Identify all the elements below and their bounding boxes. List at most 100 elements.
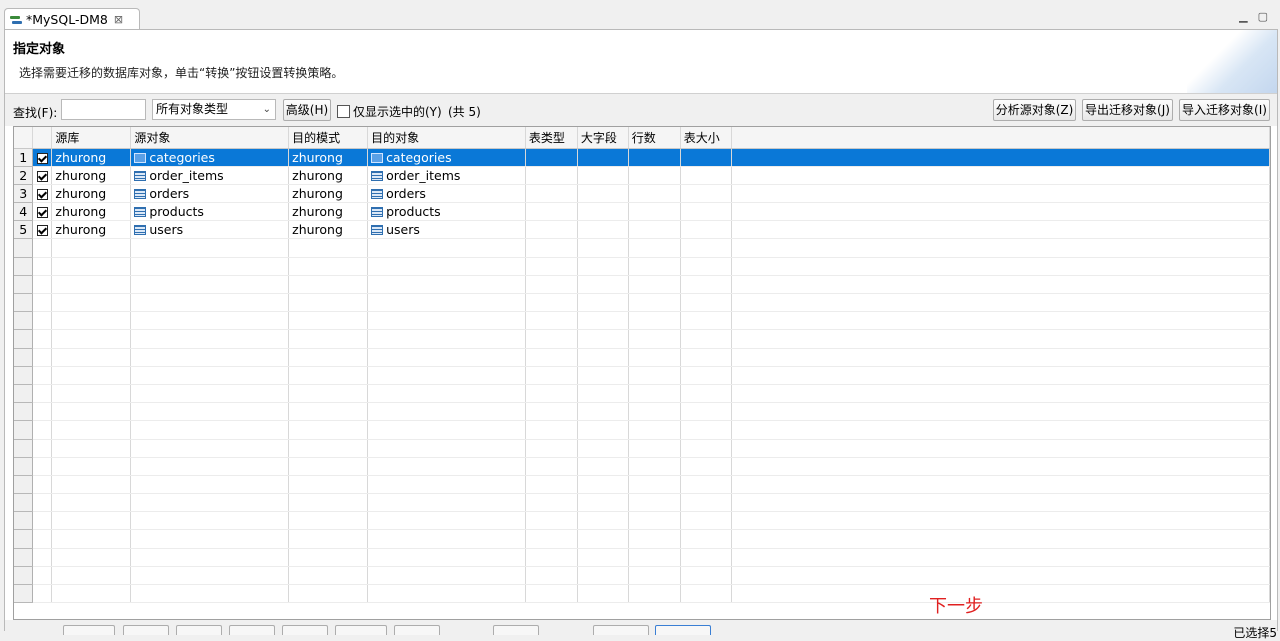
row-checkbox-cell[interactable] [32, 166, 53, 185]
empty-cell [577, 348, 629, 367]
table-row[interactable] [14, 348, 1270, 367]
table-row[interactable] [14, 548, 1270, 567]
footer-button[interactable] [282, 625, 328, 635]
column-header[interactable]: 行数 [628, 127, 681, 149]
column-header[interactable]: 表大小 [680, 127, 732, 149]
row-checkbox-cell[interactable] [32, 220, 53, 240]
row-checkbox[interactable] [36, 188, 48, 200]
only-selected-checkbox[interactable] [337, 105, 350, 118]
table-row[interactable]: 4 zhurong products zhurong products [14, 202, 1270, 222]
target-object-cell[interactable]: order_items [367, 166, 526, 185]
empty-cell [32, 511, 53, 531]
column-header[interactable]: 源库 [51, 127, 132, 149]
empty-cell [680, 329, 732, 349]
source-object-name: products [149, 204, 204, 220]
table-row[interactable] [14, 529, 1270, 549]
source-object-cell[interactable]: categories [130, 148, 290, 167]
empty-cell [577, 420, 629, 440]
table-row[interactable] [14, 384, 1270, 404]
source-object-cell[interactable]: products [130, 202, 290, 222]
object-type-select[interactable]: 所有对象类型 ⌄ [152, 99, 276, 120]
row-number [14, 275, 34, 295]
source-object-cell[interactable]: orders [130, 184, 290, 204]
column-header[interactable]: 表类型 [525, 127, 578, 149]
empty-cell [731, 493, 1270, 513]
column-header[interactable]: 目的对象 [367, 127, 526, 149]
table-row[interactable] [14, 584, 1270, 604]
table-row[interactable] [14, 366, 1270, 385]
table-row[interactable] [14, 257, 1270, 276]
table-row[interactable] [14, 402, 1270, 422]
empty-cell [32, 238, 53, 258]
row-checkbox[interactable] [36, 225, 48, 237]
empty-cell [628, 348, 681, 367]
advanced-button[interactable]: 高级(H) [283, 99, 331, 121]
empty-cell [577, 511, 629, 531]
footer-button[interactable] [394, 625, 440, 635]
only-selected-toggle[interactable]: 仅显示选中的(Y) [337, 103, 442, 120]
row-checkbox[interactable] [36, 152, 48, 164]
empty-cell [525, 366, 578, 385]
export-objects-button[interactable]: 导出迁移对象(J) [1082, 99, 1173, 121]
table-row[interactable] [14, 329, 1270, 349]
table-size-cell [680, 148, 732, 167]
row-checkbox-cell[interactable] [32, 184, 53, 204]
footer-button[interactable] [493, 625, 539, 635]
table-row[interactable] [14, 293, 1270, 313]
column-header[interactable]: 源对象 [130, 127, 290, 149]
filler-cell [731, 202, 1270, 222]
empty-cell [731, 475, 1270, 495]
empty-cell [680, 511, 732, 531]
target-object-cell[interactable]: users [367, 220, 526, 240]
empty-cell [525, 566, 578, 586]
tab-mysql-dm8[interactable]: *MySQL-DM8 ⊠ [4, 8, 140, 30]
column-header[interactable]: 大字段 [577, 127, 629, 149]
check-header[interactable] [32, 127, 53, 149]
source-object-cell[interactable]: order_items [130, 166, 290, 185]
minimize-icon[interactable]: ▁ [1239, 10, 1247, 23]
row-checkbox-cell[interactable] [32, 202, 53, 222]
next-button[interactable] [655, 625, 711, 635]
table-row[interactable] [14, 275, 1270, 295]
table-row[interactable] [14, 311, 1270, 331]
table-row[interactable]: 2 zhurong order_items zhurong order_items [14, 166, 1270, 185]
table-row[interactable] [14, 511, 1270, 531]
find-input[interactable] [61, 99, 146, 120]
table-row[interactable]: 3 zhurong orders zhurong orders [14, 184, 1270, 204]
footer-button[interactable] [229, 625, 275, 635]
table-row[interactable] [14, 238, 1270, 258]
table-row[interactable] [14, 439, 1270, 458]
table-type-cell [525, 166, 578, 185]
target-object-cell[interactable]: orders [367, 184, 526, 204]
table-row[interactable] [14, 420, 1270, 440]
empty-cell [731, 329, 1270, 349]
row-checkbox-cell[interactable] [32, 148, 53, 167]
row-checkbox[interactable] [36, 170, 48, 182]
source-object-name: users [149, 222, 184, 238]
footer-button[interactable] [335, 625, 387, 635]
table-row[interactable] [14, 566, 1270, 586]
close-icon[interactable]: ⊠ [114, 13, 123, 26]
footer-button[interactable] [123, 625, 169, 635]
table-row[interactable] [14, 493, 1270, 513]
footer-button[interactable] [63, 625, 115, 635]
table-row[interactable] [14, 475, 1270, 495]
analyze-source-button[interactable]: 分析源对象(Z) [993, 99, 1076, 121]
empty-cell [680, 311, 732, 331]
target-object-cell[interactable]: products [367, 202, 526, 222]
empty-cell [628, 257, 681, 276]
source-object-cell[interactable]: users [130, 220, 290, 240]
column-header[interactable]: 目的模式 [288, 127, 369, 149]
empty-cell [130, 548, 290, 567]
import-objects-button[interactable]: 导入迁移对象(I) [1179, 99, 1270, 121]
object-grid[interactable]: 源库 源对象 目的模式 目的对象 表类型 大字段 行数 表大小 1 zhurong… [13, 126, 1271, 620]
target-object-cell[interactable]: categories [367, 148, 526, 167]
table-row[interactable]: 5 zhurong users zhurong users [14, 220, 1270, 240]
row-checkbox[interactable] [36, 207, 48, 219]
footer-button[interactable] [593, 625, 649, 635]
footer-button[interactable] [176, 625, 222, 635]
empty-cell [577, 275, 629, 295]
table-row[interactable]: 1 zhurong categories zhurong categories [14, 148, 1270, 167]
maximize-icon[interactable]: ▢ [1258, 10, 1268, 23]
table-row[interactable] [14, 457, 1270, 476]
